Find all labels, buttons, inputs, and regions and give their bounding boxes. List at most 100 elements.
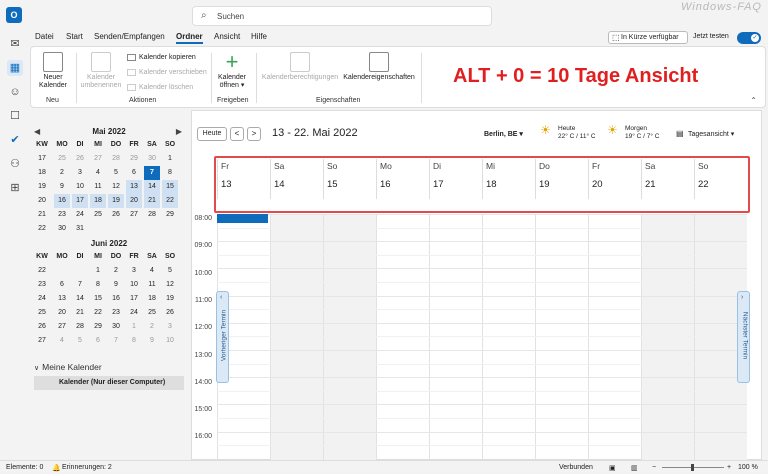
delete-calendar-button[interactable]: Kalender löschen — [127, 83, 193, 92]
day-cell[interactable]: 25 — [90, 208, 106, 222]
day-cell[interactable]: 14 — [144, 180, 160, 194]
new-calendar-button[interactable]: Neuer Kalender — [37, 52, 69, 90]
day-cell[interactable]: 22 — [162, 194, 178, 208]
day-cell[interactable]: 28 — [72, 320, 88, 334]
day-cell[interactable]: 3 — [72, 166, 88, 180]
day-cell[interactable]: 26 — [162, 306, 178, 320]
day-cell[interactable]: 26 — [108, 208, 124, 222]
day-cell[interactable]: 3 — [162, 320, 178, 334]
day-header[interactable]: So 22 — [694, 159, 747, 199]
collapse-ribbon-icon[interactable]: ⌃ — [750, 96, 757, 105]
appointment-block[interactable] — [217, 214, 268, 223]
day-cell[interactable]: 21 — [144, 194, 160, 208]
day-cell[interactable]: 17 — [126, 292, 142, 306]
open-calendar-button[interactable]: + Kalender öffnen ▾ — [215, 51, 249, 90]
day-cell[interactable]: 17 — [72, 194, 88, 208]
day-cell[interactable]: 12 — [162, 278, 178, 292]
day-cell[interactable]: 10 — [162, 334, 178, 348]
previous-month-icon[interactable]: ◀ — [34, 126, 40, 138]
calendar-icon[interactable]: ▦ — [7, 60, 23, 76]
day-cell[interactable]: 14 — [72, 292, 88, 306]
day-cell[interactable]: 29 — [126, 152, 142, 166]
day-cell[interactable]: 21 — [72, 306, 88, 320]
search-box[interactable]: ⌕ Suchen — [192, 6, 492, 26]
day-cell[interactable]: 30 — [144, 152, 160, 166]
day-cell[interactable]: 24 — [72, 208, 88, 222]
next-month-icon[interactable]: ▶ — [176, 126, 182, 138]
day-cell[interactable]: 25 — [54, 152, 70, 166]
day-cell[interactable]: 10 — [126, 278, 142, 292]
day-cell[interactable]: 13 — [126, 180, 142, 194]
day-cell[interactable]: 9 — [108, 278, 124, 292]
tab-hilfe[interactable]: Hilfe — [251, 32, 267, 41]
day-header[interactable]: Sa 21 — [641, 159, 694, 199]
day-cell[interactable]: 31 — [72, 222, 88, 236]
day-cell[interactable]: 1 — [90, 264, 106, 278]
day-cell[interactable]: 6 — [90, 334, 106, 348]
day-cell[interactable]: 18 — [90, 194, 106, 208]
day-cell[interactable]: 8 — [126, 334, 142, 348]
day-cell[interactable]: 6 — [54, 278, 70, 292]
tab-datei[interactable]: Datei — [35, 32, 54, 41]
day-cell[interactable]: 19 — [108, 194, 124, 208]
day-cell[interactable]: 29 — [162, 208, 178, 222]
day-header[interactable]: Di 17 — [429, 159, 482, 199]
day-cell[interactable]: 15 — [162, 180, 178, 194]
zoom-out-icon[interactable]: − — [652, 464, 656, 471]
day-cell[interactable]: 16 — [108, 292, 124, 306]
day-cell[interactable]: 9 — [144, 334, 160, 348]
day-cell[interactable]: 11 — [90, 180, 106, 194]
day-cell[interactable]: 11 — [144, 278, 160, 292]
day-cell[interactable]: 10 — [72, 180, 88, 194]
my-calendars-header[interactable]: ∨ Meine Kalender — [34, 362, 102, 372]
day-cell[interactable]: 22 — [90, 306, 106, 320]
day-cell[interactable]: 2 — [54, 166, 70, 180]
day-cell[interactable]: 25 — [144, 306, 160, 320]
day-cell[interactable]: 1 — [126, 320, 142, 334]
move-calendar-button[interactable]: Kalender verschieben — [127, 68, 207, 77]
day-header[interactable]: So 15 — [323, 159, 376, 199]
day-cell[interactable]: 15 — [90, 292, 106, 306]
day-cell[interactable]: 7 — [72, 278, 88, 292]
day-cell[interactable]: 7 — [144, 166, 160, 180]
people-icon[interactable]: ☺ — [7, 84, 23, 100]
day-cell[interactable]: 16 — [54, 194, 70, 208]
day-cell[interactable]: 1 — [162, 152, 178, 166]
day-cell[interactable]: 27 — [90, 152, 106, 166]
tab-ansicht[interactable]: Ansicht — [214, 32, 240, 41]
calendar-list-item[interactable]: Kalender (Nur dieser Computer) — [34, 376, 184, 390]
day-cell[interactable]: 2 — [144, 320, 160, 334]
zoom-slider-knob[interactable] — [691, 464, 694, 471]
day-cell[interactable]: 28 — [144, 208, 160, 222]
day-header[interactable]: Fr 13 — [217, 159, 270, 199]
day-cell[interactable]: 5 — [162, 264, 178, 278]
previous-button[interactable]: < — [230, 127, 244, 141]
apps-icon[interactable]: ⊞ — [7, 180, 23, 196]
day-header[interactable]: Mo 16 — [376, 159, 429, 199]
day-cell[interactable]: 5 — [72, 334, 88, 348]
day-cell[interactable]: 27 — [126, 208, 142, 222]
day-cell[interactable]: 4 — [90, 166, 106, 180]
coming-soon-button[interactable]: ⬚ In Kürze verfügbar — [608, 31, 688, 44]
day-cell[interactable]: 23 — [108, 306, 124, 320]
calendar-properties-button[interactable]: Kalendereigenschaften — [342, 52, 416, 82]
tab-ordner[interactable]: Ordner — [176, 32, 203, 44]
tasks-icon[interactable]: ☐ — [7, 108, 23, 124]
reminders-count[interactable]: Erinnerungen: 2 — [62, 464, 112, 471]
today-button[interactable]: Heute — [197, 127, 227, 141]
day-cell[interactable]: 28 — [108, 152, 124, 166]
day-cell[interactable]: 23 — [54, 208, 70, 222]
day-cell[interactable]: 30 — [108, 320, 124, 334]
rename-calendar-button[interactable]: Kalender umbenennen — [80, 52, 122, 90]
day-cell[interactable]: 12 — [108, 180, 124, 194]
day-cell[interactable]: 8 — [162, 166, 178, 180]
normal-view-icon[interactable]: ▣ — [609, 464, 616, 472]
next-button[interactable]: > — [247, 127, 261, 141]
previous-appointment-button[interactable]: ‹ Vorheriger Termin — [216, 291, 229, 383]
day-cell[interactable]: 13 — [54, 292, 70, 306]
zoom-in-icon[interactable]: + — [727, 464, 731, 471]
day-cell[interactable]: 2 — [108, 264, 124, 278]
day-cell[interactable]: 7 — [108, 334, 124, 348]
day-header[interactable]: Do 19 — [535, 159, 588, 199]
day-cell[interactable]: 4 — [54, 334, 70, 348]
